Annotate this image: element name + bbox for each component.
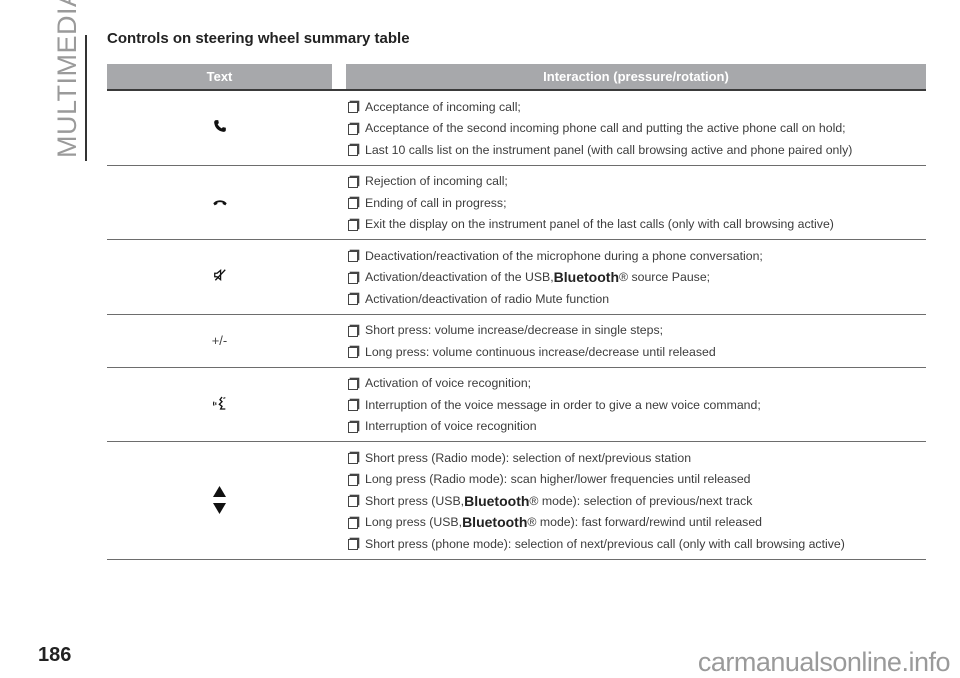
page-title: Controls on steering wheel summary table bbox=[107, 30, 410, 47]
table-row: Rejection of incoming call; Ending of ca… bbox=[107, 166, 926, 240]
list-item: Short press (phone mode): selection of n… bbox=[346, 533, 926, 555]
checkbox-bullet-icon bbox=[348, 145, 358, 157]
header-interaction: Interaction (pressure/rotation) bbox=[346, 64, 926, 89]
interaction-cell: Deactivation/reactivation of the microph… bbox=[332, 240, 926, 314]
list-item: Long press (Radio mode): scan higher/low… bbox=[346, 469, 926, 491]
control-cell bbox=[107, 240, 332, 314]
voice-recognition-icon bbox=[212, 395, 228, 414]
list-item: Interruption of voice recognition bbox=[346, 416, 926, 438]
checkbox-bullet-icon bbox=[348, 347, 358, 359]
control-cell bbox=[107, 166, 332, 240]
checkbox-bullet-icon bbox=[348, 453, 358, 465]
table-row: Activation of voice recognition; Interru… bbox=[107, 368, 926, 442]
table-row: Deactivation/reactivation of the microph… bbox=[107, 240, 926, 315]
list-item: Activation of voice recognition; bbox=[346, 373, 926, 395]
list-item: Short press: volume increase/decrease in… bbox=[346, 320, 926, 342]
interaction-cell: Acceptance of incoming call; Acceptance … bbox=[332, 91, 926, 165]
checkbox-bullet-icon bbox=[348, 176, 358, 188]
phone-hangup-icon bbox=[212, 195, 228, 210]
volume-control-label: +/- bbox=[211, 333, 228, 348]
controls-table: Text Interaction (pressure/rotation) Acc… bbox=[107, 64, 926, 560]
list-item: Short press (Radio mode): selection of n… bbox=[346, 447, 926, 469]
checkbox-bullet-icon bbox=[348, 219, 358, 231]
checkbox-bullet-icon bbox=[348, 251, 358, 263]
interaction-cell: Short press: volume increase/decrease in… bbox=[332, 315, 926, 367]
watermark: carmanualsonline.info bbox=[697, 647, 951, 677]
page-number: 186 bbox=[38, 644, 72, 666]
checkbox-bullet-icon bbox=[348, 325, 358, 337]
section-divider bbox=[85, 35, 87, 161]
list-item: Interruption of the voice message in ord… bbox=[346, 394, 926, 416]
list-item: Ending of call in progress; bbox=[346, 192, 926, 214]
up-down-arrows-icon bbox=[213, 486, 226, 515]
checkbox-bullet-icon bbox=[348, 539, 358, 551]
table-row: Acceptance of incoming call; Acceptance … bbox=[107, 91, 926, 166]
list-item: Deactivation/reactivation of the microph… bbox=[346, 245, 926, 267]
list-item: Acceptance of the second incoming phone … bbox=[346, 118, 926, 140]
checkbox-bullet-icon bbox=[348, 294, 358, 306]
arrow-up-icon bbox=[213, 486, 226, 498]
interaction-cell: Activation of voice recognition; Interru… bbox=[332, 368, 926, 442]
list-item: Short press (USB, Bluetooth ® mode): sele… bbox=[346, 490, 926, 512]
list-item: Activation/deactivation of the USB, Blue… bbox=[346, 267, 926, 289]
checkbox-bullet-icon bbox=[348, 474, 358, 486]
phone-answer-icon bbox=[213, 119, 227, 136]
list-item: Long press (USB, Bluetooth ® mode): fast … bbox=[346, 512, 926, 534]
control-cell bbox=[107, 91, 332, 165]
control-cell bbox=[107, 442, 332, 559]
list-item: Acceptance of incoming call; bbox=[346, 96, 926, 118]
interaction-cell: Short press (Radio mode): selection of n… bbox=[332, 442, 926, 559]
checkbox-bullet-icon bbox=[348, 378, 358, 390]
control-cell bbox=[107, 368, 332, 442]
list-item: Rejection of incoming call; bbox=[346, 171, 926, 193]
list-item: Long press: volume continuous increase/d… bbox=[346, 341, 926, 363]
checkbox-bullet-icon bbox=[348, 272, 358, 284]
header-text: Text bbox=[107, 64, 332, 89]
checkbox-bullet-icon bbox=[348, 421, 358, 433]
checkbox-bullet-icon bbox=[348, 198, 358, 210]
checkbox-bullet-icon bbox=[348, 517, 358, 529]
checkbox-bullet-icon bbox=[348, 496, 358, 508]
arrow-down-icon bbox=[213, 503, 226, 515]
table-row: +/- Short press: volume increase/decreas… bbox=[107, 315, 926, 368]
checkbox-bullet-icon bbox=[348, 123, 358, 135]
table-row: Short press (Radio mode): selection of n… bbox=[107, 442, 926, 560]
mute-icon bbox=[213, 268, 227, 285]
interaction-cell: Rejection of incoming call; Ending of ca… bbox=[332, 166, 926, 240]
checkbox-bullet-icon bbox=[348, 102, 358, 114]
control-cell: +/- bbox=[107, 315, 332, 367]
checkbox-bullet-icon bbox=[348, 400, 358, 412]
list-item: Exit the display on the instrument panel… bbox=[346, 214, 926, 236]
table-header: Text Interaction (pressure/rotation) bbox=[107, 64, 926, 91]
list-item: Activation/deactivation of radio Mute fu… bbox=[346, 288, 926, 310]
list-item: Last 10 calls list on the instrument pan… bbox=[346, 139, 926, 161]
section-label: MULTIMEDIA bbox=[52, 0, 82, 158]
